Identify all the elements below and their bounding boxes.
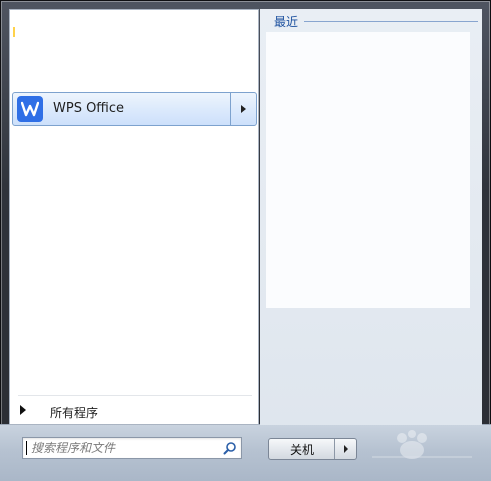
pinned-indicator [13,27,15,37]
programs-pane: WPS Office 所有程序 [9,9,259,425]
triangle-right-icon [20,405,26,415]
search-icon[interactable] [223,441,237,455]
separator [18,395,252,396]
watermark-logo [372,430,472,459]
shutdown-button[interactable]: 关机 [269,439,335,459]
search-box[interactable] [22,437,242,459]
chevron-right-icon [343,445,348,453]
recent-header-divider [304,21,478,22]
shutdown-options-button[interactable] [334,439,356,459]
program-item-label: WPS Office [53,101,125,116]
recent-pane: 最近 [260,9,482,425]
program-item-wps-office[interactable]: WPS Office [12,92,257,126]
all-programs-label: 所有程序 [50,406,99,420]
all-programs-button[interactable]: 所有程序 [14,401,252,423]
chevron-right-icon [241,105,246,113]
wps-office-icon [17,96,43,122]
recent-items-list [266,32,470,308]
recent-header: 最近 [274,15,299,29]
jump-list-arrow-button[interactable] [230,93,256,125]
shutdown-button-group: 关机 [268,438,357,460]
search-input[interactable] [25,439,221,457]
